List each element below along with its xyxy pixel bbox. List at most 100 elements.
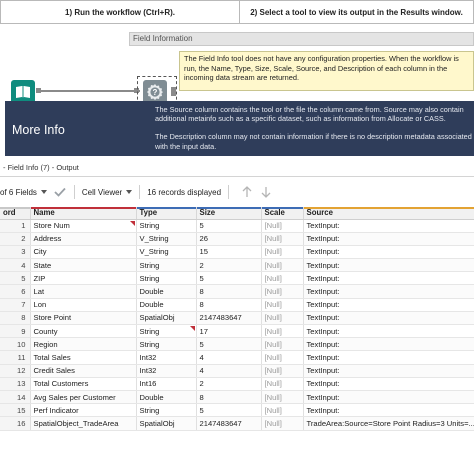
cell-size[interactable]: 15 xyxy=(196,245,262,260)
cell-name[interactable]: City xyxy=(30,245,137,260)
cell-name[interactable]: Store Num xyxy=(30,219,137,233)
cell-size[interactable]: 4 xyxy=(196,350,262,365)
cell-scale[interactable]: [Null] xyxy=(261,219,304,233)
cell-name[interactable]: Address xyxy=(30,232,137,246)
column-header-scale[interactable]: Scale xyxy=(261,207,304,220)
cell-scale[interactable]: [Null] xyxy=(261,364,304,378)
record-number[interactable]: 14 xyxy=(0,390,31,405)
arrow-down-icon[interactable] xyxy=(258,184,274,200)
cell-name[interactable]: Avg Sales per Customer xyxy=(30,390,137,405)
column-header-size[interactable]: Size xyxy=(196,207,262,220)
table-row[interactable]: 9 County String 17 [Null] TextInput: xyxy=(0,324,474,339)
cell-scale[interactable]: [Null] xyxy=(261,311,304,326)
table-row[interactable]: 11 Total Sales Int32 4 [Null] TextInput: xyxy=(0,350,474,365)
record-number[interactable]: 5 xyxy=(0,271,31,286)
cell-size[interactable]: 2 xyxy=(196,377,262,391)
cell-type[interactable]: Int32 xyxy=(136,350,197,365)
table-row[interactable]: 14 Avg Sales per Customer Double 8 [Null] Tex… xyxy=(0,390,474,405)
record-number[interactable]: 8 xyxy=(0,311,31,326)
cell-type[interactable]: V_String xyxy=(136,245,197,260)
table-row[interactable]: 4 State String 2 [Null] TextInput: xyxy=(0,258,474,273)
table-row[interactable]: 6 Lat Double 8 [Null] TextInput: xyxy=(0,284,474,299)
cell-name[interactable]: State xyxy=(30,258,137,273)
cell-type[interactable]: Int16 xyxy=(136,377,197,391)
cell-size[interactable]: 5 xyxy=(196,271,262,286)
cell-scale[interactable]: [Null] xyxy=(261,337,304,352)
cell-type[interactable]: Double xyxy=(136,390,197,405)
arrow-up-icon[interactable] xyxy=(239,184,255,200)
cell-size[interactable]: 2147483647 xyxy=(196,416,262,431)
cell-type[interactable]: SpatialObj xyxy=(136,311,197,326)
cell-size[interactable]: 5 xyxy=(196,219,262,233)
cell-size[interactable]: 2 xyxy=(196,258,262,273)
record-number[interactable]: 4 xyxy=(0,258,31,273)
cell-size[interactable]: 8 xyxy=(196,284,262,299)
cell-source[interactable]: TextInput: xyxy=(303,232,474,246)
record-number[interactable]: 6 xyxy=(0,284,31,299)
table-row[interactable]: 5 ZIP String 5 [Null] TextInput: xyxy=(0,271,474,286)
column-header-name[interactable]: Name xyxy=(30,207,137,220)
cell-scale[interactable]: [Null] xyxy=(261,271,304,286)
cell-type[interactable]: String xyxy=(136,324,197,339)
cell-type[interactable]: SpatialObj xyxy=(136,416,197,431)
cell-name[interactable]: Total Sales xyxy=(30,350,137,365)
record-number[interactable]: 7 xyxy=(0,298,31,312)
check-icon[interactable] xyxy=(53,185,67,199)
cell-scale[interactable]: [Null] xyxy=(261,245,304,260)
cell-type[interactable]: V_String xyxy=(136,232,197,246)
fields-selector[interactable]: of 6 Fields xyxy=(0,188,47,197)
cell-name[interactable]: Store Point xyxy=(30,311,137,326)
record-number[interactable]: 10 xyxy=(0,337,31,352)
cell-source[interactable]: TradeArea:Source=Store Point Radius=3 Un… xyxy=(303,416,474,431)
cell-scale[interactable]: [Null] xyxy=(261,324,304,339)
column-header-type[interactable]: Type xyxy=(136,207,197,220)
cell-scale[interactable]: [Null] xyxy=(261,377,304,391)
cell-name[interactable]: Total Customers xyxy=(30,377,137,391)
cell-scale[interactable]: [Null] xyxy=(261,350,304,365)
cell-scale[interactable]: [Null] xyxy=(261,390,304,405)
cell-source[interactable]: TextInput: xyxy=(303,258,474,273)
cell-size[interactable]: 5 xyxy=(196,337,262,352)
cell-size[interactable]: 5 xyxy=(196,403,262,418)
record-number[interactable]: 2 xyxy=(0,232,31,246)
table-row[interactable]: 13 Total Customers Int16 2 [Null] TextInput: xyxy=(0,377,474,391)
cell-type[interactable]: String xyxy=(136,219,197,233)
column-header-record[interactable]: ord xyxy=(0,207,31,220)
cell-scale[interactable]: [Null] xyxy=(261,298,304,312)
field-info-output-anchor[interactable] xyxy=(171,87,176,96)
cell-size[interactable]: 17 xyxy=(196,324,262,339)
record-number[interactable]: 16 xyxy=(0,416,31,431)
cell-scale[interactable]: [Null] xyxy=(261,258,304,273)
cell-type[interactable]: Int32 xyxy=(136,364,197,378)
column-header-source[interactable]: Source xyxy=(303,207,474,220)
record-number[interactable]: 3 xyxy=(0,245,31,260)
cell-type[interactable]: String xyxy=(136,337,197,352)
cell-type[interactable]: String xyxy=(136,403,197,418)
cell-source[interactable]: TextInput: xyxy=(303,298,474,312)
cell-size[interactable]: 4 xyxy=(196,364,262,378)
table-row[interactable]: 10 Region String 5 [Null] TextInput: xyxy=(0,337,474,352)
cell-name[interactable]: SpatialObject_TradeArea xyxy=(30,416,137,431)
cell-scale[interactable]: [Null] xyxy=(261,232,304,246)
cell-name[interactable]: Region xyxy=(30,337,137,352)
cell-name[interactable]: County xyxy=(30,324,137,339)
table-row[interactable]: 7 Lon Double 8 [Null] TextInput: xyxy=(0,298,474,312)
cell-source[interactable]: TextInput: xyxy=(303,337,474,352)
cell-viewer-dropdown[interactable]: Cell Viewer xyxy=(82,188,133,197)
table-row[interactable]: 1 Store Num String 5 [Null] TextInput: xyxy=(0,219,474,233)
record-number[interactable]: 11 xyxy=(0,350,31,365)
cell-scale[interactable]: [Null] xyxy=(261,416,304,431)
cell-source[interactable]: TextInput: xyxy=(303,311,474,326)
cell-name[interactable]: Perf Indicator xyxy=(30,403,137,418)
cell-source[interactable]: TextInput: xyxy=(303,245,474,260)
cell-source[interactable]: TextInput: xyxy=(303,350,474,365)
cell-type[interactable]: Double xyxy=(136,284,197,299)
table-row[interactable]: 15 Perf Indicator String 5 [Null] TextInput: xyxy=(0,403,474,418)
cell-type[interactable]: String xyxy=(136,258,197,273)
cell-name[interactable]: ZIP xyxy=(30,271,137,286)
cell-size[interactable]: 26 xyxy=(196,232,262,246)
record-number[interactable]: 13 xyxy=(0,377,31,391)
cell-type[interactable]: Double xyxy=(136,298,197,312)
cell-scale[interactable]: [Null] xyxy=(261,403,304,418)
table-row[interactable]: 16 SpatialObject_TradeArea SpatialObj 21474… xyxy=(0,416,474,431)
